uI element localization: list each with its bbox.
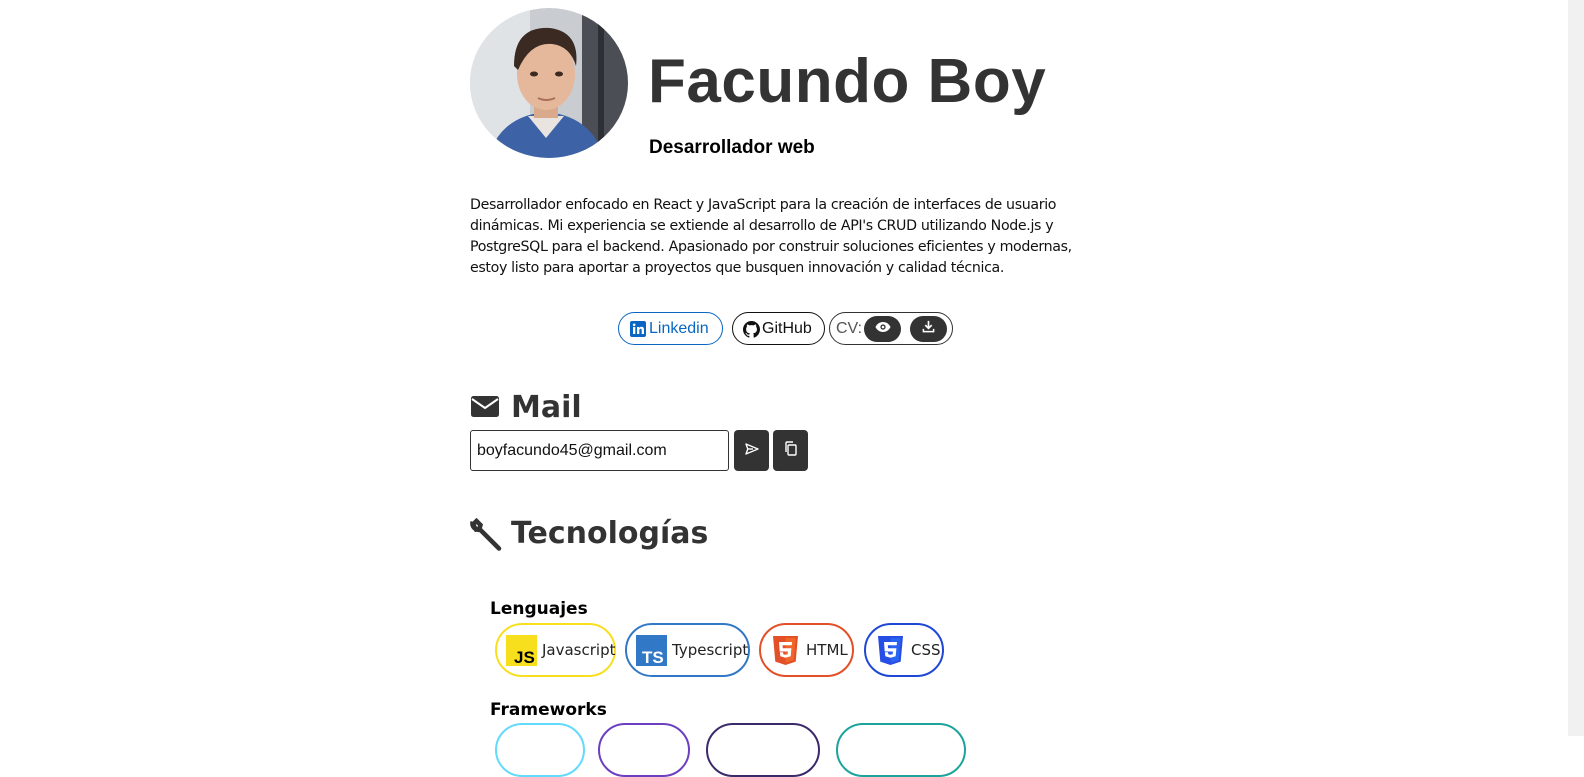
mail-title-text: Mail (511, 390, 582, 425)
profile-name: Facundo Boy (648, 47, 1047, 116)
envelope-icon (470, 392, 502, 424)
cv-label: CV: (836, 319, 863, 337)
cv-group: CV: (829, 312, 953, 345)
technologies-title-text: Tecnologías (511, 516, 709, 551)
category-label-languages: Lenguajes (490, 599, 588, 619)
html5-logo-icon (770, 635, 801, 666)
mail-section-title: Mail (470, 390, 582, 425)
tech-html: HTML (759, 623, 854, 677)
tech-label: Javascript (542, 641, 616, 659)
tech-framework-3 (706, 723, 820, 777)
javascript-logo-icon: JS (506, 634, 537, 667)
tech-framework-1 (495, 723, 585, 777)
send-mail-button[interactable] (734, 430, 769, 471)
category-label-frameworks: Frameworks (490, 700, 607, 720)
page-scrollbar[interactable] (1568, 0, 1584, 736)
wrench-icon (470, 517, 502, 551)
copy-icon (784, 440, 797, 461)
portfolio-page: Facundo Boy Desarrollador web Desarrolla… (0, 0, 1568, 777)
tech-typescript: TS Typescript (625, 623, 750, 677)
download-icon (922, 320, 935, 338)
tech-framework-4 (836, 723, 966, 777)
css3-logo-icon (875, 635, 906, 666)
svg-text:JS: JS (514, 648, 535, 666)
send-icon (744, 442, 759, 460)
linkedin-icon (630, 320, 646, 337)
copy-mail-button[interactable] (773, 430, 808, 471)
profile-avatar (470, 8, 628, 158)
tech-javascript: JS Javascript (495, 623, 616, 677)
tech-framework-2 (598, 723, 690, 777)
github-icon (743, 320, 761, 338)
cv-download-button[interactable] (910, 316, 947, 342)
eye-icon (875, 320, 891, 338)
tech-label: HTML (806, 641, 848, 659)
typescript-logo-icon: TS (636, 634, 667, 667)
profile-bio: Desarrollador enfocado en React y JavaSc… (470, 197, 1072, 276)
github-link[interactable]: GitHub (732, 312, 825, 345)
technologies-section-title: Tecnologías (470, 516, 708, 551)
tech-css: CSS (864, 623, 944, 677)
profile-role: Desarrollador web (649, 137, 815, 158)
svg-text:TS: TS (642, 648, 664, 666)
cv-view-button[interactable] (864, 316, 901, 342)
tech-label: Typescript (672, 641, 749, 659)
email-field[interactable] (470, 430, 729, 471)
linkedin-label: Linkedin (649, 319, 709, 337)
linkedin-link[interactable]: Linkedin (618, 312, 723, 345)
tech-label: CSS (911, 641, 941, 659)
github-label: GitHub (762, 319, 812, 337)
